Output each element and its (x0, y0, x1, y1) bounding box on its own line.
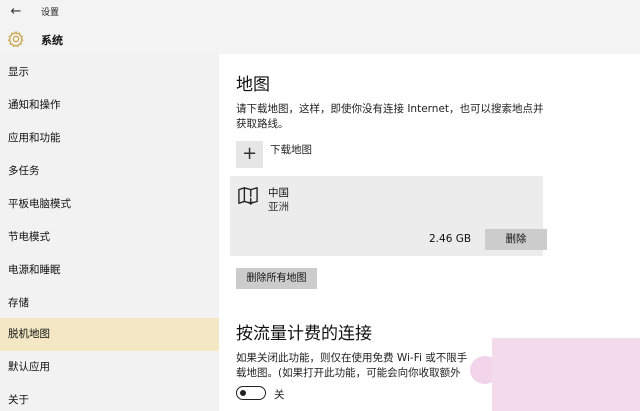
section-header: 系统 (0, 24, 640, 54)
sidebar: 显示 通知和操作 应用和功能 多任务 平板电脑模式 节电模式 电源和睡眠 存储 … (0, 54, 219, 411)
map-name: 中国 (268, 187, 289, 199)
sidebar-item-default-apps[interactable]: 默认应用 (0, 351, 219, 384)
map-region: 亚洲 (268, 201, 289, 213)
metered-description-line-2: 载地图。(如果打开此功能，可能会向你收取额外 (236, 367, 461, 379)
map-list-item[interactable]: 中国 亚洲 2.46 GB 删除 (230, 176, 547, 256)
maps-description: 请下载地图，这样，即使你没有连接 Internet，也可以搜索地点并获取路线。 (236, 103, 544, 130)
sidebar-item-power-sleep[interactable]: 电源和睡眠 (0, 254, 219, 287)
sidebar-item-notifications[interactable]: 通知和操作 (0, 89, 219, 122)
download-maps-link[interactable]: 下载地图 (270, 142, 312, 157)
sidebar-item-multitasking[interactable]: 多任务 (0, 155, 219, 188)
title-bar: ← 设置 (0, 0, 640, 24)
sidebar-item-about[interactable]: 关于 (0, 384, 219, 411)
toggle-knob (240, 389, 246, 396)
map-download-icon (238, 187, 258, 205)
sidebar-item-battery-saver[interactable]: 节电模式 (0, 221, 219, 254)
section-title: 系统 (41, 34, 63, 47)
back-button[interactable]: ← (6, 3, 26, 21)
page-title: 地图 (236, 75, 270, 95)
sidebar-item-tablet-mode[interactable]: 平板电脑模式 (0, 188, 219, 221)
delete-map-button[interactable]: 删除 (485, 229, 547, 250)
decorative-overlay (492, 338, 640, 411)
metered-description: 如果关闭此功能，则仅在使用免费 Wi-Fi 或不限手 载地图。(如果打开此功能，… (236, 351, 498, 381)
metered-description-line-1: 如果关闭此功能，则仅在使用免费 Wi-Fi 或不限手 (236, 352, 468, 364)
sidebar-item-display[interactable]: 显示 (0, 56, 219, 89)
metered-toggle[interactable] (236, 386, 266, 400)
map-size: 2.46 GB (429, 233, 472, 245)
sidebar-item-apps-features[interactable]: 应用和功能 (0, 122, 219, 155)
toggle-state-label: 关 (274, 389, 285, 401)
sidebar-item-offline-maps[interactable]: 脱机地图 (0, 318, 219, 351)
gear-icon (7, 30, 24, 48)
delete-all-maps-button[interactable]: 删除所有地图 (236, 268, 317, 289)
add-map-button[interactable]: + (236, 141, 263, 168)
sidebar-item-storage[interactable]: 存储 (0, 287, 219, 320)
app-title: 设置 (41, 8, 60, 18)
metered-connections-heading: 按流量计费的连接 (236, 324, 372, 344)
